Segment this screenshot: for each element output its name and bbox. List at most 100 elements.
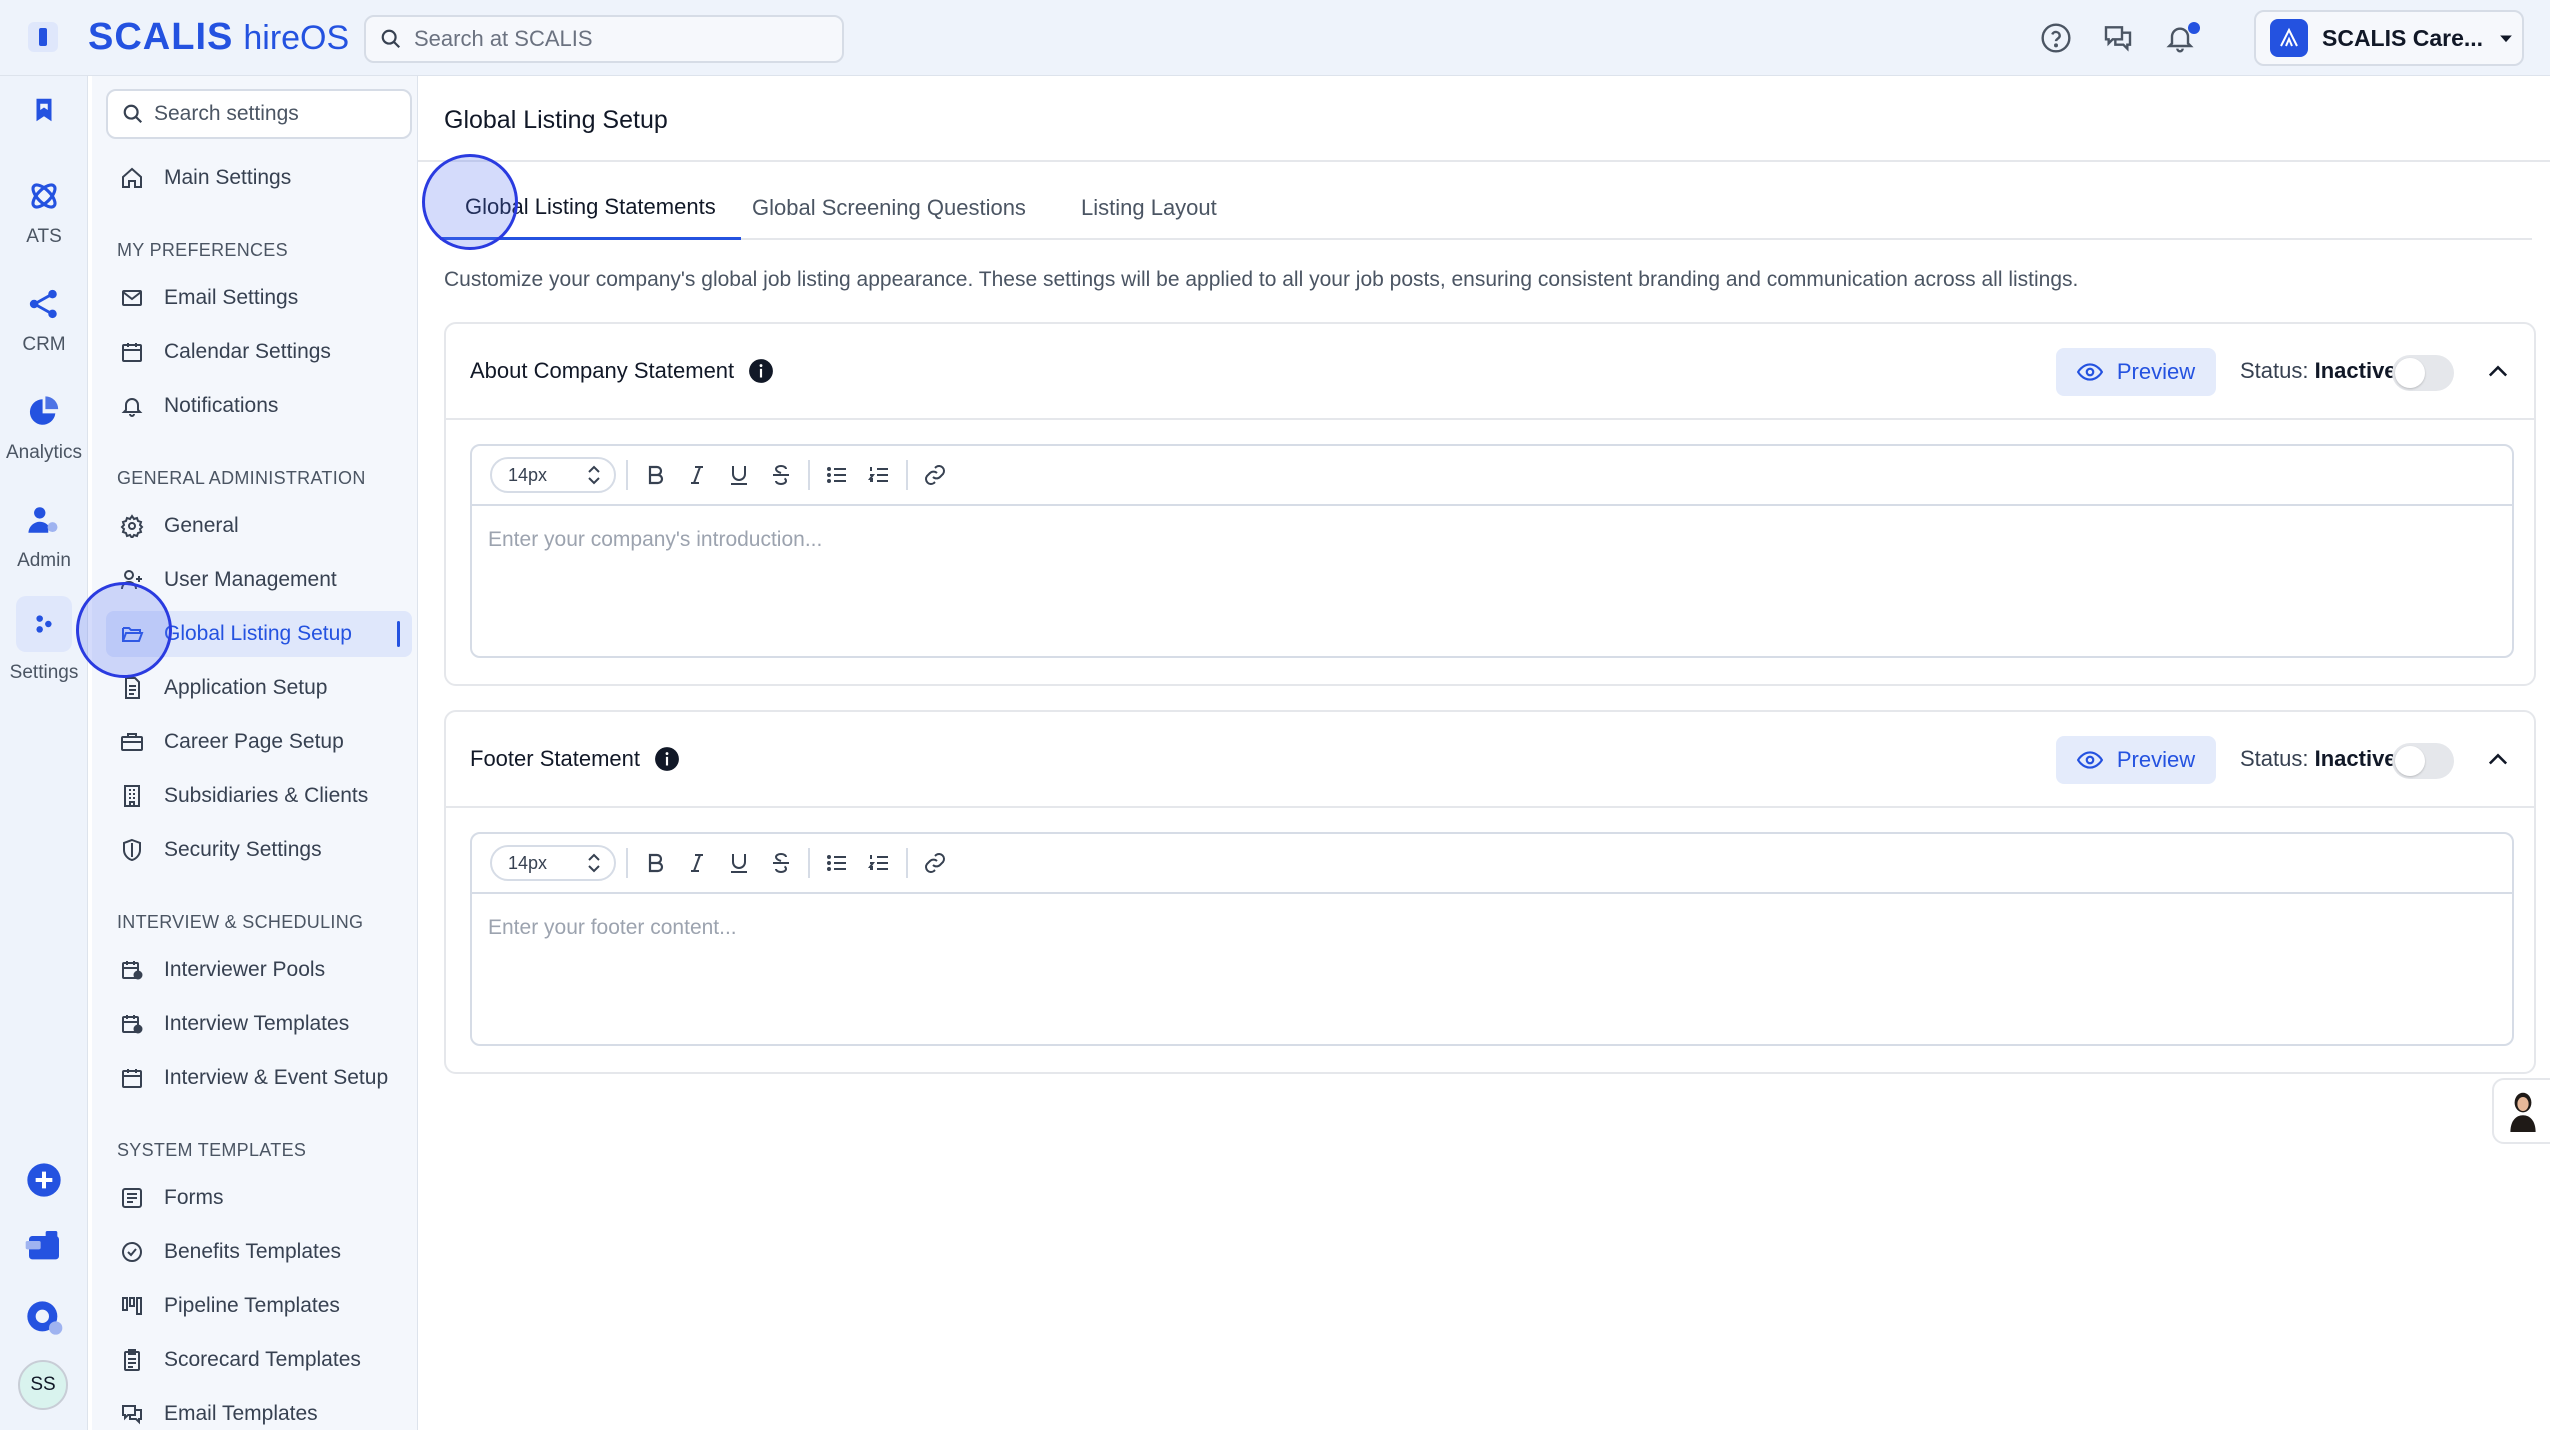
underline-button[interactable] — [722, 846, 756, 880]
nav-forms[interactable]: Forms — [106, 1175, 412, 1221]
nav-benefits-templates[interactable]: Benefits Templates — [106, 1229, 412, 1275]
strikethrough-icon — [773, 853, 789, 873]
card-title: About Company Statement — [470, 358, 735, 383]
card-title: Footer Statement — [470, 746, 640, 771]
font-size-select[interactable]: 14px — [490, 845, 616, 881]
wallet-icon[interactable] — [24, 1226, 64, 1266]
rail-item-crm[interactable]: CRM — [0, 284, 88, 356]
home-icon — [118, 164, 146, 192]
status-toggle[interactable] — [2392, 743, 2454, 779]
rail-label-settings: Settings — [9, 662, 79, 683]
section-system-templates: SYSTEM TEMPLATES — [117, 1140, 307, 1160]
nav-scorecard-templates[interactable]: Scorecard Templates — [106, 1337, 412, 1383]
account-name: SCALIS Care... — [2322, 24, 2482, 51]
status-text: Status: Inactive — [2240, 358, 2397, 384]
help-icon[interactable] — [2040, 22, 2072, 54]
link-button[interactable] — [918, 458, 952, 492]
italic-button[interactable] — [680, 846, 714, 880]
numbered-list-button[interactable] — [862, 846, 896, 880]
tab-label: Global Screening Questions — [752, 195, 1026, 220]
chevron-up-icon[interactable] — [2484, 746, 2512, 774]
global-search-input[interactable] — [414, 26, 814, 52]
status-toggle[interactable] — [2392, 355, 2454, 391]
italic-button[interactable] — [680, 458, 714, 492]
user-avatar[interactable]: SS — [18, 1360, 68, 1410]
tab-global-screening-questions[interactable]: Global Screening Questions — [727, 176, 1051, 240]
rail-item-admin[interactable]: Admin — [0, 500, 88, 572]
nav-calendar-settings[interactable]: Calendar Settings — [106, 329, 412, 375]
numbered-list-button[interactable] — [862, 458, 896, 492]
assistant-avatar-icon — [2510, 1092, 2536, 1132]
strikethrough-button[interactable] — [764, 846, 798, 880]
nav-interviewer-pools[interactable]: Interviewer Pools — [106, 947, 412, 993]
bold-icon — [648, 465, 664, 485]
nav-notifications[interactable]: Notifications — [106, 383, 412, 429]
nav-interview-event-setup[interactable]: Interview & Event Setup — [106, 1055, 412, 1101]
chevron-up-icon[interactable] — [2484, 358, 2512, 386]
account-switcher[interactable]: SCALIS Care... — [2254, 10, 2524, 66]
preview-button[interactable]: Preview — [2056, 348, 2216, 396]
nav-application-setup[interactable]: Application Setup — [106, 665, 412, 711]
nav-label: Interviewer Pools — [164, 958, 326, 981]
nav-label: Interview & Event Setup — [164, 1066, 389, 1089]
bullet-list-button[interactable] — [820, 846, 854, 880]
rail-item-ats[interactable]: ATS — [0, 176, 88, 248]
global-search[interactable] — [364, 15, 844, 63]
nav-pipeline-templates[interactable]: Pipeline Templates — [106, 1283, 412, 1329]
click-indicator — [422, 154, 518, 250]
info-icon[interactable] — [654, 746, 680, 772]
support-chat-icon[interactable] — [24, 1298, 64, 1338]
tab-listing-layout[interactable]: Listing Layout — [1056, 176, 1242, 240]
building-icon — [118, 782, 146, 810]
messages-icon[interactable] — [2102, 22, 2134, 54]
editor-content[interactable]: Enter your footer content... — [488, 916, 737, 940]
crm-network-icon — [24, 284, 64, 324]
strikethrough-button[interactable] — [764, 458, 798, 492]
rail-item-analytics[interactable]: Analytics — [0, 392, 88, 464]
nav-label: Security Settings — [164, 838, 322, 861]
font-size-select[interactable]: 14px — [490, 457, 616, 493]
nav-label: User Management — [164, 568, 337, 591]
strikethrough-icon — [773, 465, 789, 485]
status-text: Status: Inactive — [2240, 746, 2397, 772]
rail-item-bookmarks[interactable] — [0, 90, 88, 130]
toolbar-divider — [808, 460, 810, 490]
bullet-list-button[interactable] — [820, 458, 854, 492]
settings-sidebar: Main Settings MY PREFERENCES Email Setti… — [92, 76, 418, 1430]
card-title-wrap: Footer Statement — [470, 746, 680, 772]
nav-security-settings[interactable]: Security Settings — [106, 827, 412, 873]
nav-label: Application Setup — [164, 676, 328, 699]
shield-icon — [118, 836, 146, 864]
click-indicator — [76, 582, 172, 678]
bullet-list-icon — [827, 855, 846, 871]
nav-career-page-setup[interactable]: Career Page Setup — [106, 719, 412, 765]
nav-email-templates[interactable]: Email Templates — [106, 1391, 412, 1430]
bold-button[interactable] — [638, 846, 672, 880]
settings-search[interactable] — [106, 89, 412, 139]
analytics-pie-icon — [24, 392, 64, 432]
rail-item-settings[interactable]: Settings — [0, 596, 88, 684]
link-icon — [925, 465, 945, 485]
nav-email-settings[interactable]: Email Settings — [106, 275, 412, 321]
bold-button[interactable] — [638, 458, 672, 492]
listing-tabs: Global Listing Statements Global Screeni… — [440, 176, 2532, 240]
settings-search-input[interactable] — [154, 102, 404, 126]
info-icon[interactable] — [748, 358, 774, 384]
admin-user-icon — [24, 500, 64, 540]
editor-content[interactable]: Enter your company's introduction... — [488, 528, 822, 552]
link-button[interactable] — [918, 846, 952, 880]
underline-button[interactable] — [722, 458, 756, 492]
nav-main-settings[interactable]: Main Settings — [106, 155, 412, 201]
preview-button[interactable]: Preview — [2056, 736, 2216, 784]
rich-text-editor: 14px Enter your footer content... — [470, 832, 2514, 1046]
nav-subsidiaries-clients[interactable]: Subsidiaries & Clients — [106, 773, 412, 819]
app-logo-icon[interactable] — [28, 22, 58, 52]
card-header: Footer Statement Preview Status: Inactiv… — [446, 712, 2534, 808]
toolbar-divider — [626, 460, 628, 490]
nav-interview-templates[interactable]: Interview Templates — [106, 1001, 412, 1047]
notification-badge — [2188, 22, 2200, 34]
brand-logo[interactable]: SCALIS hireOS — [88, 16, 349, 60]
assistant-launcher[interactable] — [2492, 1078, 2550, 1144]
nav-general[interactable]: General — [106, 503, 412, 549]
add-circle-icon[interactable] — [24, 1160, 64, 1200]
